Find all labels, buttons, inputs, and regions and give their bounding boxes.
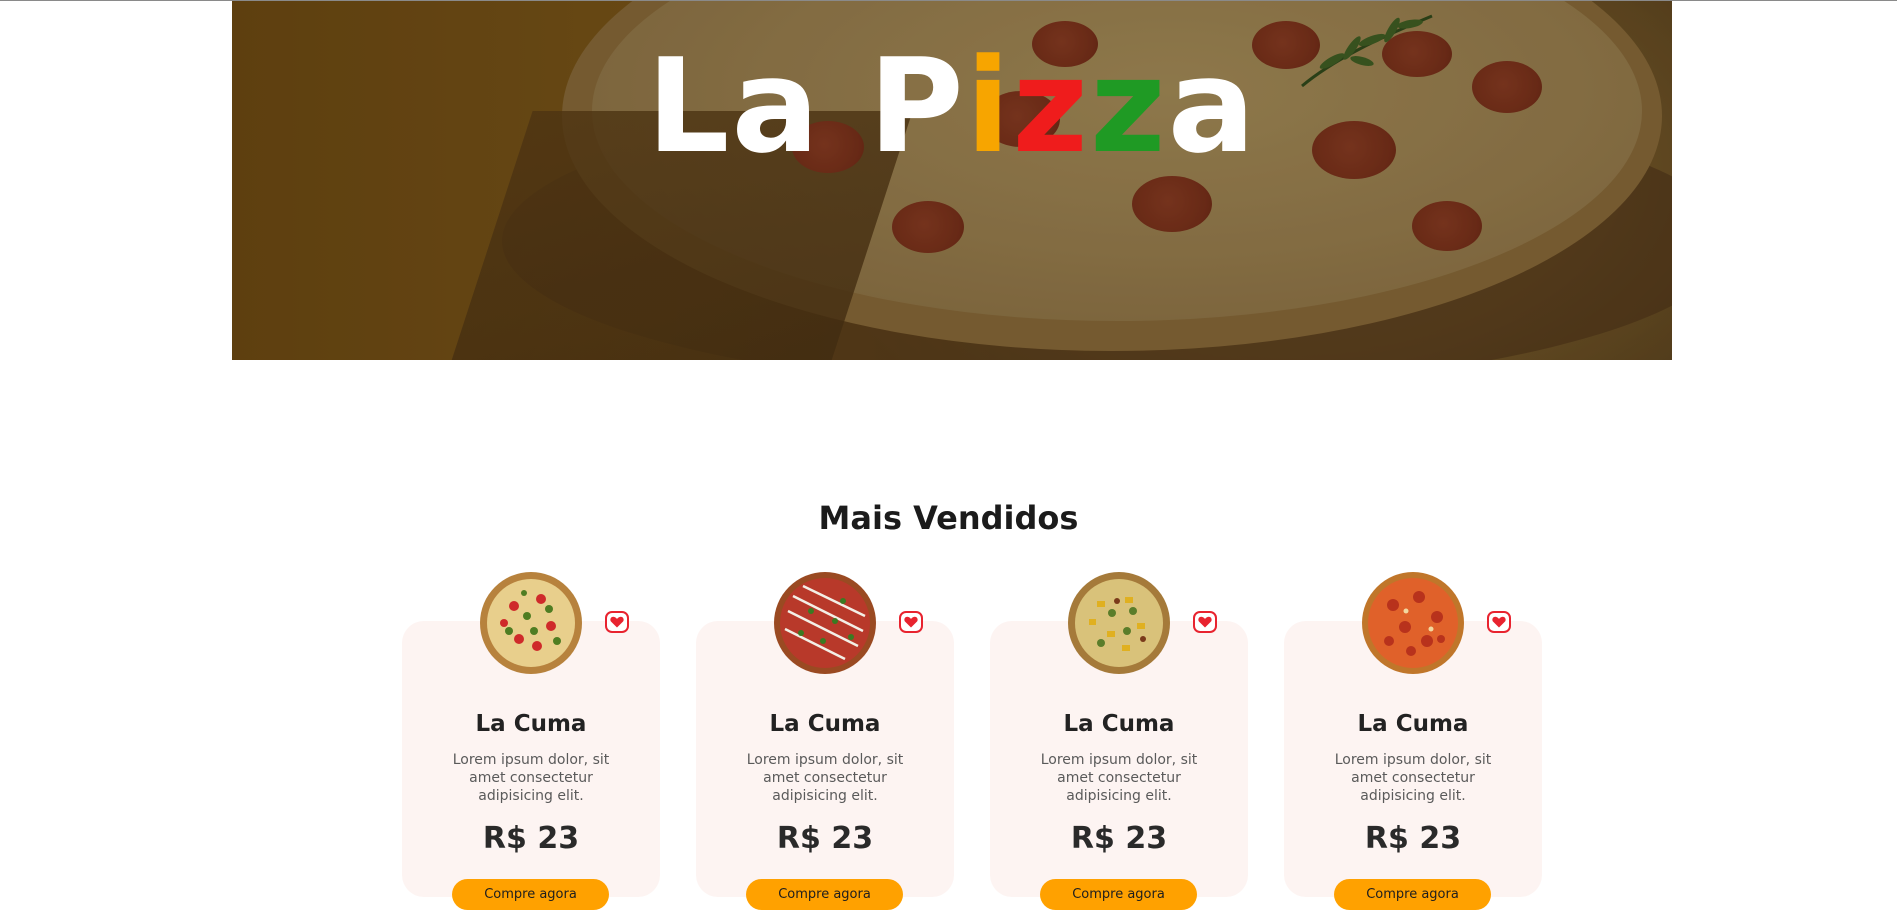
favorite-button[interactable] — [1193, 611, 1217, 633]
product-description: Lorem ipsum dolor, sit amet consectetur … — [452, 752, 610, 804]
hero-title-letter-i: i — [965, 30, 1013, 182]
section-title: Mais Vendidos — [818, 499, 1079, 537]
hero-title: La Pizza — [232, 31, 1672, 181]
product-card: La Cuma Lorem ipsum dolor, sit amet cons… — [402, 572, 660, 910]
product-price: R$ 23 — [776, 821, 874, 856]
product-name: La Cuma — [769, 711, 881, 737]
product-price: R$ 23 — [1364, 821, 1462, 856]
favorite-button[interactable] — [1487, 611, 1511, 633]
product-name: La Cuma — [475, 711, 587, 737]
buy-button[interactable]: Compre agora — [1040, 879, 1197, 910]
heart-icon — [1492, 616, 1506, 628]
product-description: Lorem ipsum dolor, sit amet consectetur … — [1334, 752, 1492, 804]
buy-button[interactable]: Compre agora — [452, 879, 609, 910]
hero-title-letter-z: z — [1012, 30, 1090, 182]
buy-button[interactable]: Compre agora — [1334, 879, 1491, 910]
pizza-image — [1362, 572, 1464, 674]
product-card: La Cuma Lorem ipsum dolor, sit amet cons… — [990, 572, 1248, 910]
product-description: Lorem ipsum dolor, sit amet consectetur … — [1040, 752, 1198, 804]
hero-title-letter-a: a — [1167, 30, 1258, 182]
favorite-button[interactable] — [605, 611, 629, 633]
product-price: R$ 23 — [1070, 821, 1168, 856]
product-price: R$ 23 — [482, 821, 580, 856]
product-card: La Cuma Lorem ipsum dolor, sit amet cons… — [1284, 572, 1542, 910]
pizza-image — [774, 572, 876, 674]
heart-icon — [904, 616, 918, 628]
heart-icon — [1198, 616, 1212, 628]
hero-banner: La Pizza — [232, 1, 1672, 360]
hero-title-part: La P — [646, 30, 966, 182]
pizza-image — [1068, 572, 1170, 674]
product-description: Lorem ipsum dolor, sit amet consectetur … — [746, 752, 904, 804]
product-name: La Cuma — [1063, 711, 1175, 737]
pizza-image — [480, 572, 582, 674]
hero-title-letter-z: z — [1089, 30, 1168, 182]
heart-icon — [610, 616, 624, 628]
favorite-button[interactable] — [899, 611, 923, 633]
buy-button[interactable]: Compre agora — [746, 879, 903, 910]
product-card: La Cuma Lorem ipsum dolor, sit amet cons… — [696, 572, 954, 910]
product-name: La Cuma — [1357, 711, 1469, 737]
